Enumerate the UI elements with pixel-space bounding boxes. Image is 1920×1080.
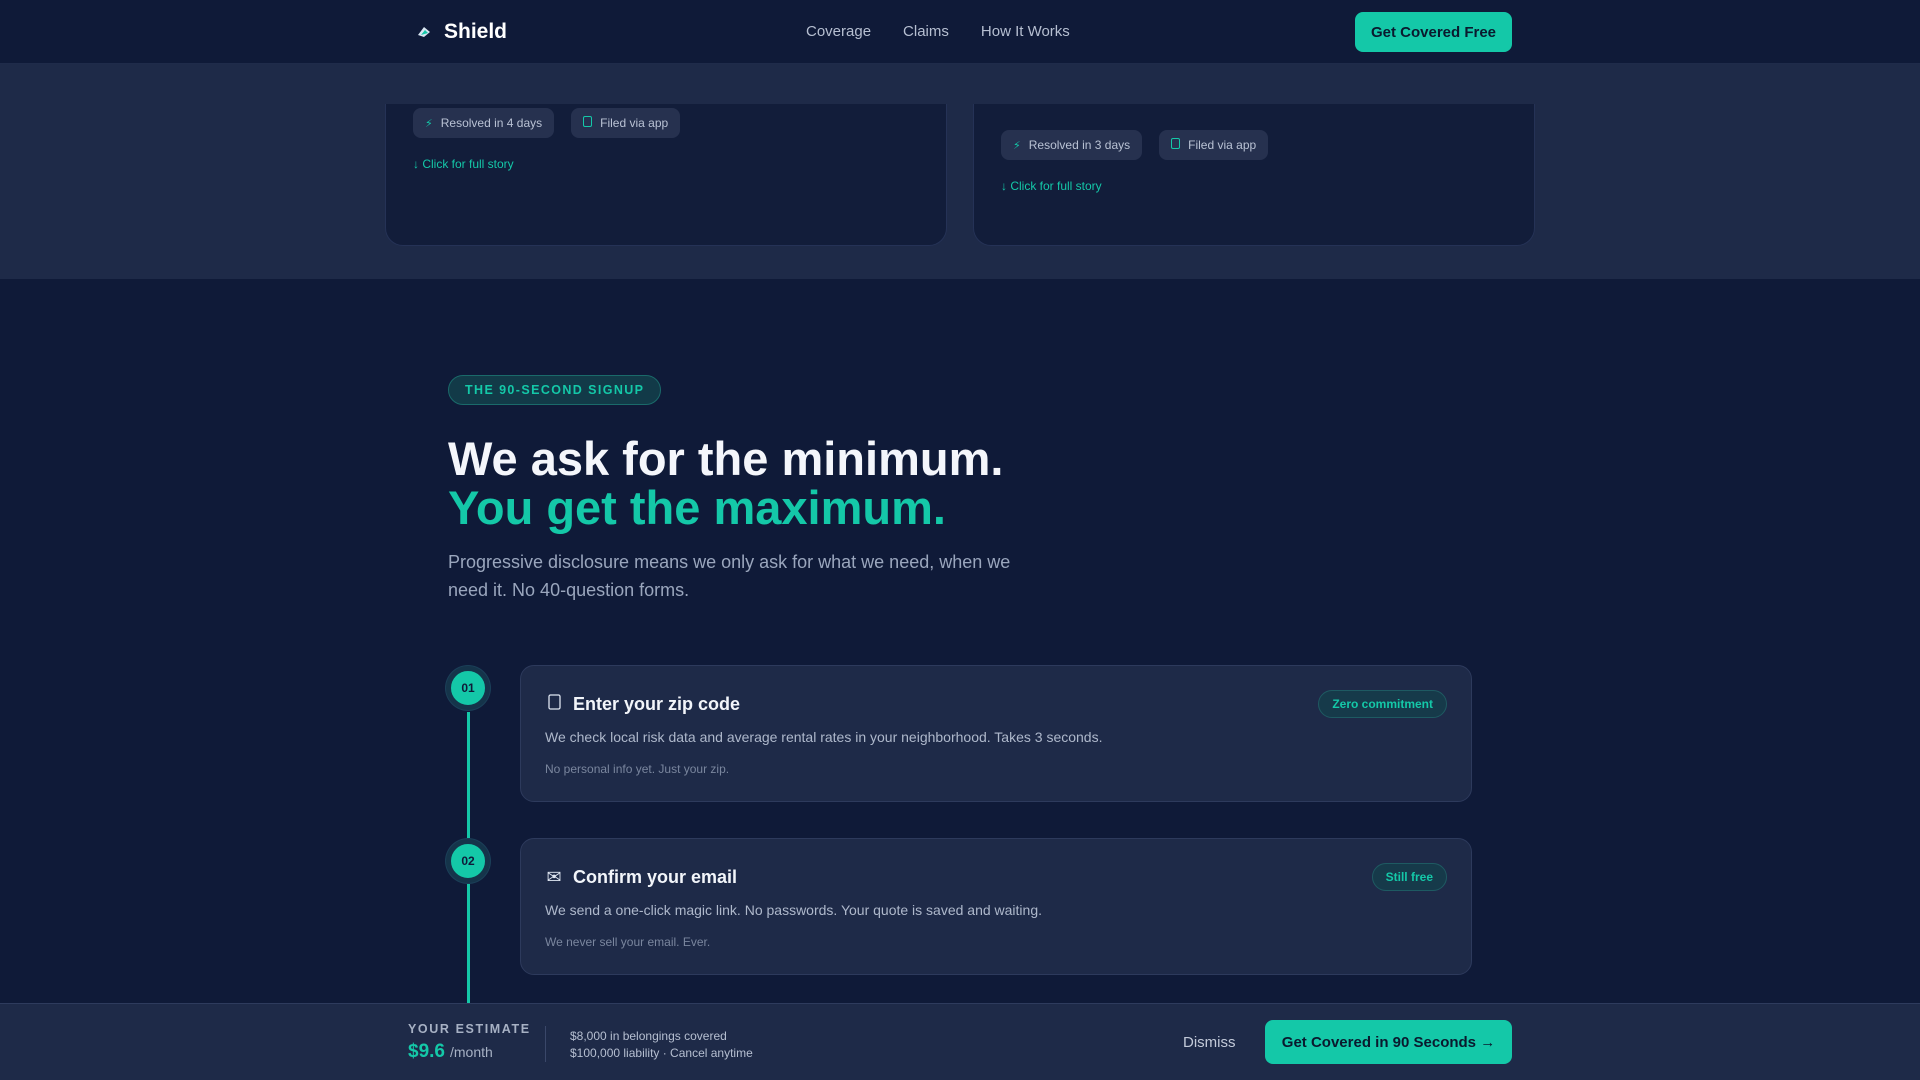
resolved-badge: ⚡ Resolved in 3 days bbox=[1001, 130, 1143, 160]
phone-icon bbox=[583, 116, 593, 130]
story-badges: ⚡ Resolved in 3 days Filed via app bbox=[1001, 130, 1269, 160]
brand-logo[interactable]: Shield bbox=[414, 20, 507, 44]
lightning-icon: ⚡ bbox=[1013, 139, 1021, 152]
step-number-badge: 02 bbox=[446, 839, 490, 883]
estimate-details: $8,000 in belongings covered $100,000 li… bbox=[570, 1028, 753, 1062]
nav-coverage[interactable]: Coverage bbox=[806, 23, 871, 40]
step-title: ✉ Confirm your email bbox=[545, 867, 737, 888]
estimate-price: $9.6 /month bbox=[408, 1041, 493, 1063]
price-value: $9.6 bbox=[408, 1041, 445, 1062]
price-unit: /month bbox=[449, 1044, 493, 1060]
brand-name: Shield bbox=[444, 20, 508, 43]
still-free-pill: Still free bbox=[1371, 863, 1447, 891]
estimate-sticky-bar: YOUR ESTIMATE $9.6 /month $8,000 in belo… bbox=[0, 1003, 1920, 1080]
headline-primary: We ask for the minimum. bbox=[448, 432, 1004, 485]
step-title-text: Confirm your email bbox=[573, 867, 738, 887]
coverage-line: $8,000 in belongings covered bbox=[570, 1029, 727, 1043]
estimate-label: YOUR ESTIMATE bbox=[408, 1022, 531, 1036]
step-note: No personal info yet. Just your zip. bbox=[545, 762, 730, 776]
nav-claims[interactable]: Claims bbox=[903, 23, 949, 40]
step-card-zip: Enter your zip code We check local risk … bbox=[520, 665, 1472, 802]
dismiss-button[interactable]: Dismiss bbox=[1183, 1034, 1236, 1051]
phone-icon bbox=[1171, 138, 1181, 152]
headline-accent: You get the maximum. bbox=[448, 481, 946, 534]
step-note: We never sell your email. Ever. bbox=[545, 935, 711, 949]
filed-via-badge: Filed via app bbox=[571, 108, 681, 138]
envelope-icon: ✉ bbox=[546, 867, 562, 887]
badge-label: Filed via app bbox=[600, 116, 669, 130]
get-covered-free-button[interactable]: Get Covered Free bbox=[1355, 12, 1512, 52]
story-card[interactable]: ⚡ Resolved in 4 days Filed via app ↓ Cli… bbox=[385, 104, 947, 246]
resolved-badge: ⚡ Resolved in 4 days bbox=[413, 108, 555, 138]
step-title: Enter your zip code bbox=[545, 694, 740, 715]
badge-label: Resolved in 3 days bbox=[1028, 138, 1131, 152]
divider bbox=[545, 1026, 546, 1062]
page: Shield Coverage Claims How It Works Get … bbox=[0, 0, 1920, 1080]
nav-how-it-works[interactable]: How It Works bbox=[981, 23, 1070, 40]
badge-label: Filed via app bbox=[1188, 138, 1257, 152]
location-icon bbox=[545, 694, 563, 715]
filed-via-badge: Filed via app bbox=[1159, 130, 1269, 160]
get-covered-90-seconds-button[interactable]: Get Covered in 90 Seconds → bbox=[1265, 1020, 1512, 1064]
main-nav: Coverage Claims How It Works bbox=[806, 23, 1070, 40]
section-lead: Progressive disclosure means we only ask… bbox=[448, 552, 1011, 600]
claim-stories-section: ⚡ Resolved in 4 days Filed via app ↓ Cli… bbox=[0, 64, 1920, 279]
timeline-connector bbox=[467, 712, 470, 838]
step-description: We send a one-click magic link. No passw… bbox=[545, 902, 1043, 918]
lightning-icon: ⚡ bbox=[425, 117, 433, 130]
site-header: Shield Coverage Claims How It Works Get … bbox=[0, 0, 1920, 64]
shield-logo-icon bbox=[414, 22, 434, 42]
story-badges: ⚡ Resolved in 4 days Filed via app bbox=[413, 108, 681, 138]
step-description: We check local risk data and average ren… bbox=[545, 729, 1103, 745]
timeline-connector bbox=[467, 884, 470, 1006]
step-card-email: ✉ Confirm your email We send a one-click… bbox=[520, 838, 1472, 975]
full-story-link[interactable]: ↓ Click for full story bbox=[1001, 179, 1102, 193]
liability-line: $100,000 liability · Cancel anytime bbox=[570, 1046, 753, 1060]
badge-label: Resolved in 4 days bbox=[440, 116, 543, 130]
step-number-badge: 01 bbox=[446, 666, 490, 710]
zero-commitment-pill: Zero commitment bbox=[1318, 690, 1447, 718]
step-title-text: Enter your zip code bbox=[573, 694, 741, 714]
section-eyebrow: THE 90-SECOND SIGNUP bbox=[448, 375, 662, 405]
story-card[interactable]: ⚡ Resolved in 3 days Filed via app ↓ Cli… bbox=[973, 104, 1535, 246]
full-story-link[interactable]: ↓ Click for full story bbox=[413, 157, 514, 171]
